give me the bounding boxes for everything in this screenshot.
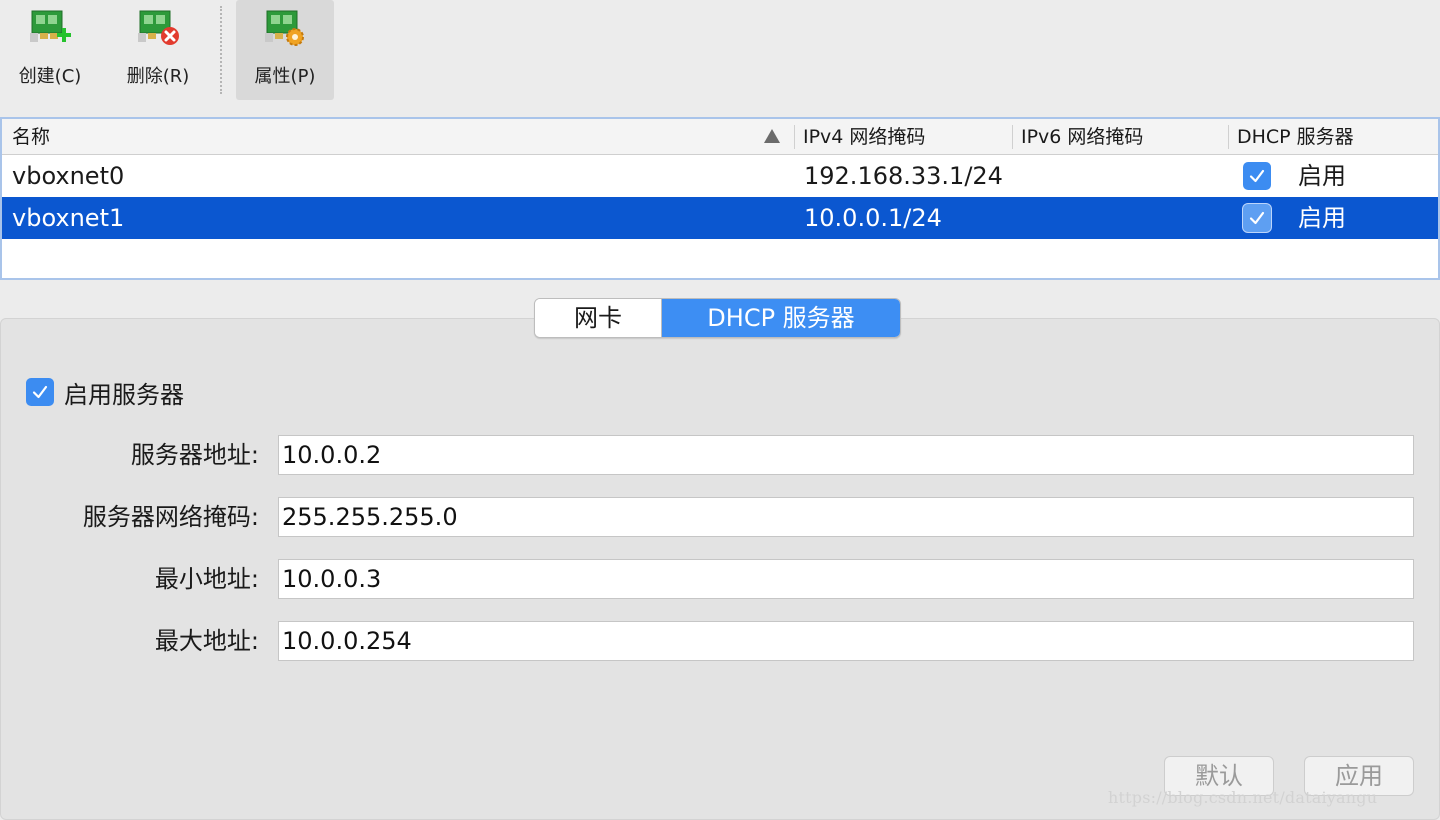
- dhcp-status: 启用: [1298, 162, 1346, 190]
- network-card-remove-icon: [138, 10, 179, 45]
- dhcp-server-panel: 启用服务器 服务器地址: 服务器网络掩码: 最小地址: 最大地址: 默认 应用: [0, 318, 1440, 820]
- checkmark-icon: [1249, 211, 1265, 225]
- server-mask-input[interactable]: [278, 497, 1414, 537]
- server-mask-row: 服务器网络掩码:: [1, 497, 1440, 537]
- column-header-ipv4[interactable]: IPv4 网络掩码: [803, 119, 925, 155]
- table-header: 名称 IPv4 网络掩码 IPv6 网络掩码 DHCP 服务器: [2, 119, 1438, 155]
- upper-address-row: 最大地址:: [1, 621, 1440, 661]
- column-divider: [1012, 125, 1013, 149]
- tab-adapter[interactable]: 网卡: [535, 299, 662, 337]
- remove-button[interactable]: 删除(R): [116, 0, 200, 100]
- tab-dhcp-server[interactable]: DHCP 服务器: [662, 299, 900, 337]
- properties-button-label: 属性(P): [254, 66, 316, 87]
- checkmark-icon: [32, 385, 48, 399]
- network-name: vboxnet0: [12, 162, 125, 190]
- lower-address-input[interactable]: [278, 559, 1414, 599]
- ipv4-mask: 192.168.33.1/24: [804, 162, 1003, 190]
- lower-address-label: 最小地址:: [154, 565, 259, 593]
- dhcp-enabled-checkbox[interactable]: [1243, 162, 1271, 190]
- network-card-add-icon: [30, 10, 71, 42]
- upper-address-label: 最大地址:: [154, 627, 259, 655]
- server-address-label: 服务器地址:: [130, 441, 259, 469]
- enable-server-row: 启用服务器: [26, 376, 184, 409]
- server-address-input[interactable]: [278, 435, 1414, 475]
- dhcp-status: 启用: [1298, 204, 1346, 232]
- create-button-label: 创建(C): [18, 66, 82, 87]
- network-name: vboxnet1: [12, 204, 125, 232]
- ipv4-mask: 10.0.0.1/24: [804, 204, 942, 232]
- toolbar: 创建(C) 删除(R) 属性(P): [0, 0, 1440, 118]
- column-header-ipv6[interactable]: IPv6 网络掩码: [1021, 119, 1143, 155]
- column-divider: [794, 125, 795, 149]
- sort-ascending-icon[interactable]: [764, 129, 780, 143]
- remove-button-label: 删除(R): [126, 66, 190, 87]
- enable-server-label: 启用服务器: [64, 380, 184, 409]
- toolbar-separator: [220, 6, 222, 94]
- network-card-properties-icon: [265, 10, 304, 46]
- column-header-name[interactable]: 名称: [12, 119, 50, 155]
- host-network-table: 名称 IPv4 网络掩码 IPv6 网络掩码 DHCP 服务器 vboxnet0…: [0, 117, 1440, 280]
- column-header-dhcp[interactable]: DHCP 服务器: [1237, 119, 1354, 155]
- dhcp-enabled-checkbox[interactable]: [1243, 204, 1271, 232]
- properties-button[interactable]: 属性(P): [236, 0, 334, 100]
- checkmark-icon: [1249, 169, 1265, 183]
- table-row-selected[interactable]: vboxnet1 10.0.0.1/24 启用: [2, 197, 1438, 239]
- server-address-row: 服务器地址:: [1, 435, 1440, 475]
- table-row[interactable]: vboxnet0 192.168.33.1/24 启用: [2, 155, 1438, 197]
- create-button[interactable]: 创建(C): [8, 0, 92, 100]
- watermark: https://blog.csdn.net/dataiyangu: [1108, 788, 1378, 807]
- enable-server-checkbox[interactable]: [26, 378, 54, 406]
- details-tabs: 网卡 DHCP 服务器: [534, 298, 901, 338]
- column-divider: [1228, 125, 1229, 149]
- upper-address-input[interactable]: [278, 621, 1414, 661]
- lower-address-row: 最小地址:: [1, 559, 1440, 599]
- server-mask-label: 服务器网络掩码:: [82, 503, 259, 531]
